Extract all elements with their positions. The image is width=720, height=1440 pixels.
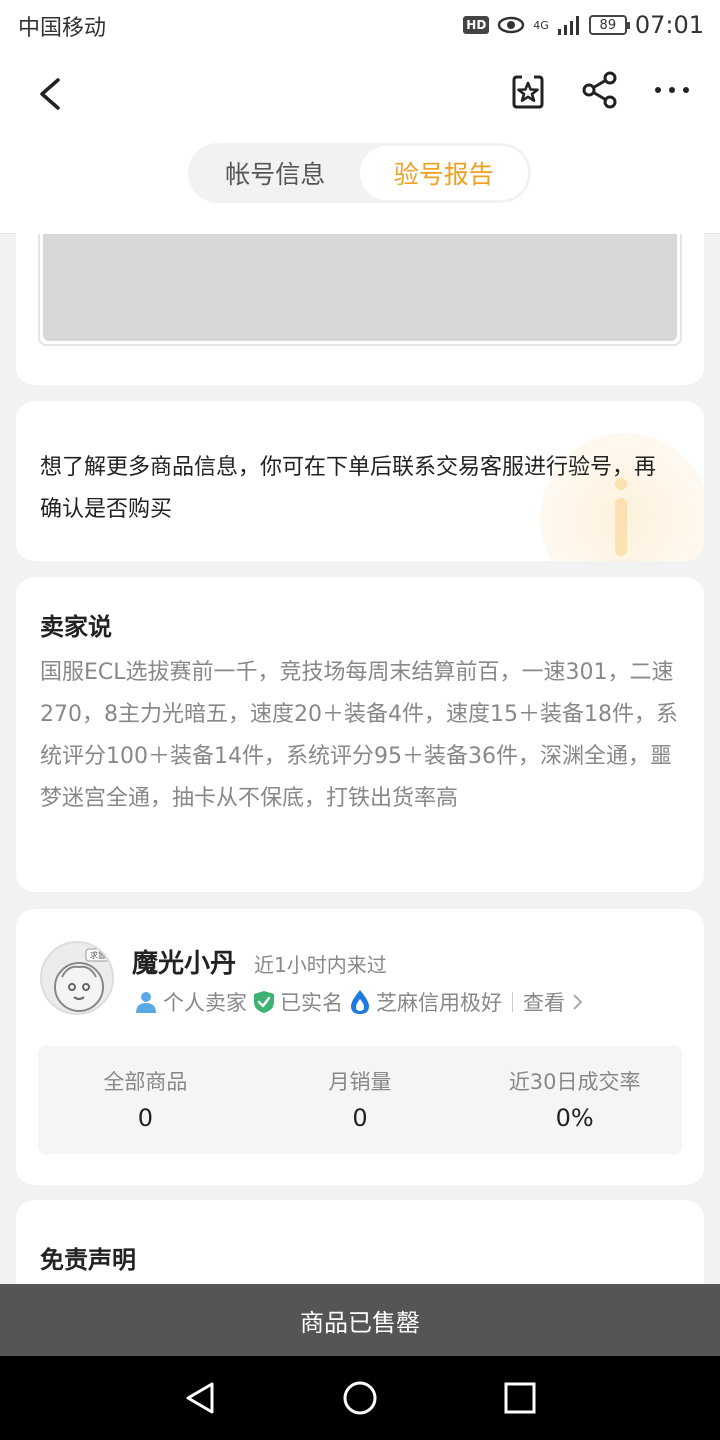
last-seen-text: 近1小时内来过 — [254, 953, 387, 977]
stat-monthly-sales: 月销量 0 — [328, 1070, 392, 1132]
carrier-name: 中国移动 — [18, 16, 107, 41]
nav-home-icon[interactable] — [338, 1376, 382, 1420]
seller-says-text: 国服ECL选拔赛前一千，竞技场每周末结算前百，一速301，二速270，8主力光暗… — [40, 660, 678, 811]
stat-deal-rate: 近30日成交率 0% — [508, 1070, 641, 1132]
report-image-card — [16, 210, 704, 385]
stat-all-products[interactable]: 全部商品 0 — [38, 1046, 253, 1154]
disclaimer-title: 免责声明 — [40, 1246, 136, 1274]
person-icon — [136, 992, 156, 1013]
seller-says-title: 卖家说 — [40, 613, 112, 641]
view-credit-link[interactable]: 查看 — [523, 987, 584, 1017]
more-dots-icon — [655, 87, 689, 93]
signal-icon — [557, 16, 579, 35]
star-icon — [512, 75, 544, 109]
favorite-button[interactable] — [506, 68, 550, 112]
back-button[interactable] — [30, 72, 74, 116]
seller-name[interactable]: 魔光小丹 — [132, 943, 236, 980]
system-nav-bar — [0, 1356, 720, 1440]
avatar[interactable]: 求置 — [40, 941, 114, 1015]
tab-switcher: 帐号信息 验号报告 — [188, 143, 531, 203]
tab-account-info[interactable]: 帐号信息 — [191, 146, 360, 200]
status-icons: HD 4G 89 07:01 — [463, 8, 704, 42]
share-icon — [582, 71, 617, 109]
notice-card: 想了解更多商品信息，你可在下单后联系交易客服进行验号，再确认是否购买 — [16, 401, 704, 561]
hd-icon: HD — [463, 16, 490, 34]
seller-stats: 全部商品 0 月销量 0 近30日成交率 0% — [38, 1046, 682, 1154]
tag-verified: 已实名 — [253, 987, 343, 1017]
nav-back-icon[interactable] — [178, 1376, 222, 1420]
report-image[interactable] — [38, 234, 682, 346]
chevron-right-icon — [573, 994, 583, 1010]
shield-check-icon — [254, 991, 274, 1013]
battery-icon: 89 — [588, 15, 630, 35]
notice-text: 想了解更多商品信息，你可在下单后联系交易客服进行验号，再确认是否购买 — [40, 455, 657, 522]
nav-recents-icon[interactable] — [498, 1376, 542, 1420]
eye-icon — [498, 16, 525, 34]
tab-inspection-report[interactable]: 验号报告 — [359, 146, 528, 200]
clock: 07:01 — [634, 11, 704, 39]
svg-text:求置: 求置 — [90, 950, 106, 960]
top-navbar: 帐号信息 验号报告 — [0, 50, 720, 234]
tag-credit: 芝麻信用极好 — [349, 987, 502, 1017]
seller-says-card: 卖家说 国服ECL选拔赛前一千，竞技场每周末结算前百，一速301，二速270，8… — [16, 577, 704, 892]
sold-out-bar: 商品已售罄 — [0, 1284, 720, 1356]
seller-tags: 个人卖家 已实名 芝麻信用极好 查看 — [134, 987, 584, 1017]
share-button[interactable] — [578, 68, 622, 112]
seller-card: 求置 魔光小丹 近1小时内来过 个人卖家 已实名 芝麻信用极好 查看 全部商品 … — [16, 909, 704, 1185]
chevron-left-icon — [40, 78, 60, 110]
sesame-credit-icon — [351, 990, 369, 1014]
avatar-image: 求置 — [54, 948, 111, 1012]
status-bar: 中国移动 HD 4G 89 07:01 — [0, 0, 720, 50]
more-button[interactable] — [650, 68, 694, 112]
network-icon: 4G — [533, 18, 549, 32]
tag-personal-seller: 个人卖家 — [134, 987, 247, 1017]
